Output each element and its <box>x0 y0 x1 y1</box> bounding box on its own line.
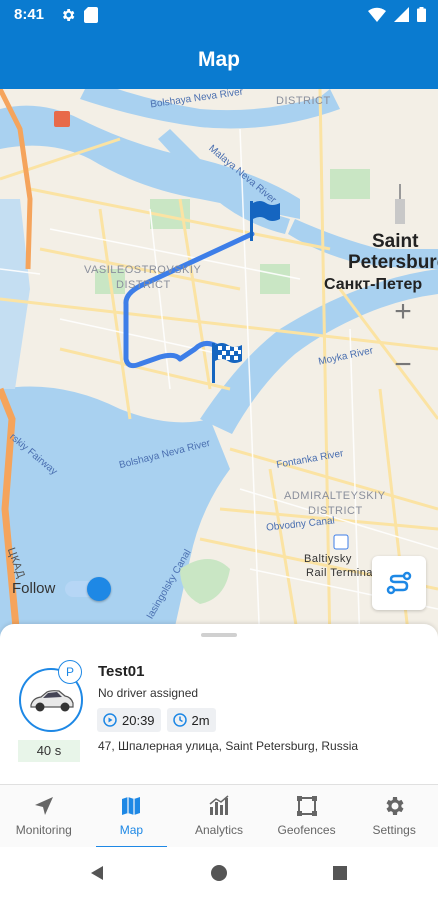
status-duration: 40 s <box>18 740 80 762</box>
map-label-admiralteyskiy: ADMIRALTEYSKIY <box>284 490 386 502</box>
recents-icon[interactable] <box>331 864 349 882</box>
battery-icon <box>417 7 426 22</box>
unit-address: 47, Шпалерная улица, Saint Petersburg, R… <box>98 739 359 753</box>
map-label-baltiysky-1: Baltiysky <box>304 553 352 565</box>
map-label-admiralteyskiy-district: DISTRICT <box>308 505 363 517</box>
nav-item-analytics[interactable]: Analytics <box>175 785 263 848</box>
follow-control: Follow <box>12 576 112 601</box>
map-label-district-top: DISTRICT <box>276 95 331 107</box>
status-time: 8:41 <box>14 6 45 23</box>
system-navigation-bar <box>0 847 438 900</box>
nav-label-settings: Settings <box>372 823 416 837</box>
map-label-vasileostrovskiy: VASILEOSTROVSKIY <box>84 264 202 276</box>
time-chip: 20:39 <box>97 708 161 732</box>
gear-icon <box>386 797 404 815</box>
route-icon <box>386 571 412 595</box>
status-bar: 8:41 <box>0 0 438 30</box>
nav-item-geofences[interactable]: Geofences <box>263 785 351 848</box>
zoom-out-button[interactable]: − <box>383 345 423 385</box>
parking-status-badge: P <box>58 660 82 684</box>
duration-chip-value: 2m <box>191 712 210 728</box>
app-bar: Map <box>0 30 438 89</box>
navigation-arrow-icon <box>34 797 53 815</box>
map-label-baltiysky-2: Rail Termina <box>306 567 373 579</box>
bottom-navigation: Monitoring Map Analytics Geofences Setti… <box>0 784 438 848</box>
city-label-en-2: Petersburg <box>348 252 438 273</box>
route-finish-flag-icon[interactable] <box>210 341 244 385</box>
geofence-icon <box>296 796 317 816</box>
page-title: Map <box>198 48 240 71</box>
nav-label-monitoring: Monitoring <box>15 823 72 837</box>
nav-item-settings[interactable]: Settings <box>350 785 438 848</box>
home-icon[interactable] <box>210 864 228 882</box>
unit-chips: 20:39 2m <box>97 708 216 732</box>
play-circle-icon <box>103 713 117 727</box>
clock-icon <box>172 713 187 727</box>
gear-icon <box>63 9 75 21</box>
unit-name: Test01 <box>98 663 145 680</box>
nav-item-monitoring[interactable]: Monitoring <box>0 785 88 848</box>
nav-label-map: Map <box>119 823 144 837</box>
nav-item-map[interactable]: Map <box>88 785 176 848</box>
route-start-flag-icon[interactable] <box>248 199 282 243</box>
follow-toggle-knob <box>87 576 112 601</box>
wifi-icon <box>368 7 386 22</box>
sheet-drag-handle[interactable] <box>201 633 237 637</box>
bar-chart-icon <box>209 795 229 815</box>
time-chip-value: 20:39 <box>122 712 155 728</box>
city-label-en-1: Saint <box>372 231 419 252</box>
map-label-vasileostrovskiy-district: DISTRICT <box>116 279 171 291</box>
zoom-in-button[interactable]: + <box>383 292 423 332</box>
sd-card-icon <box>84 7 98 23</box>
route-button[interactable] <box>372 556 426 610</box>
nav-label-geofences: Geofences <box>277 823 336 837</box>
back-icon[interactable] <box>88 864 106 882</box>
duration-chip: 2m <box>166 708 216 732</box>
signal-icon <box>394 7 409 22</box>
driver-info: No driver assigned <box>98 686 199 700</box>
follow-label: Follow <box>12 580 56 597</box>
follow-toggle[interactable] <box>65 576 112 601</box>
nav-label-analytics: Analytics <box>194 823 243 837</box>
map-icon <box>122 797 141 815</box>
